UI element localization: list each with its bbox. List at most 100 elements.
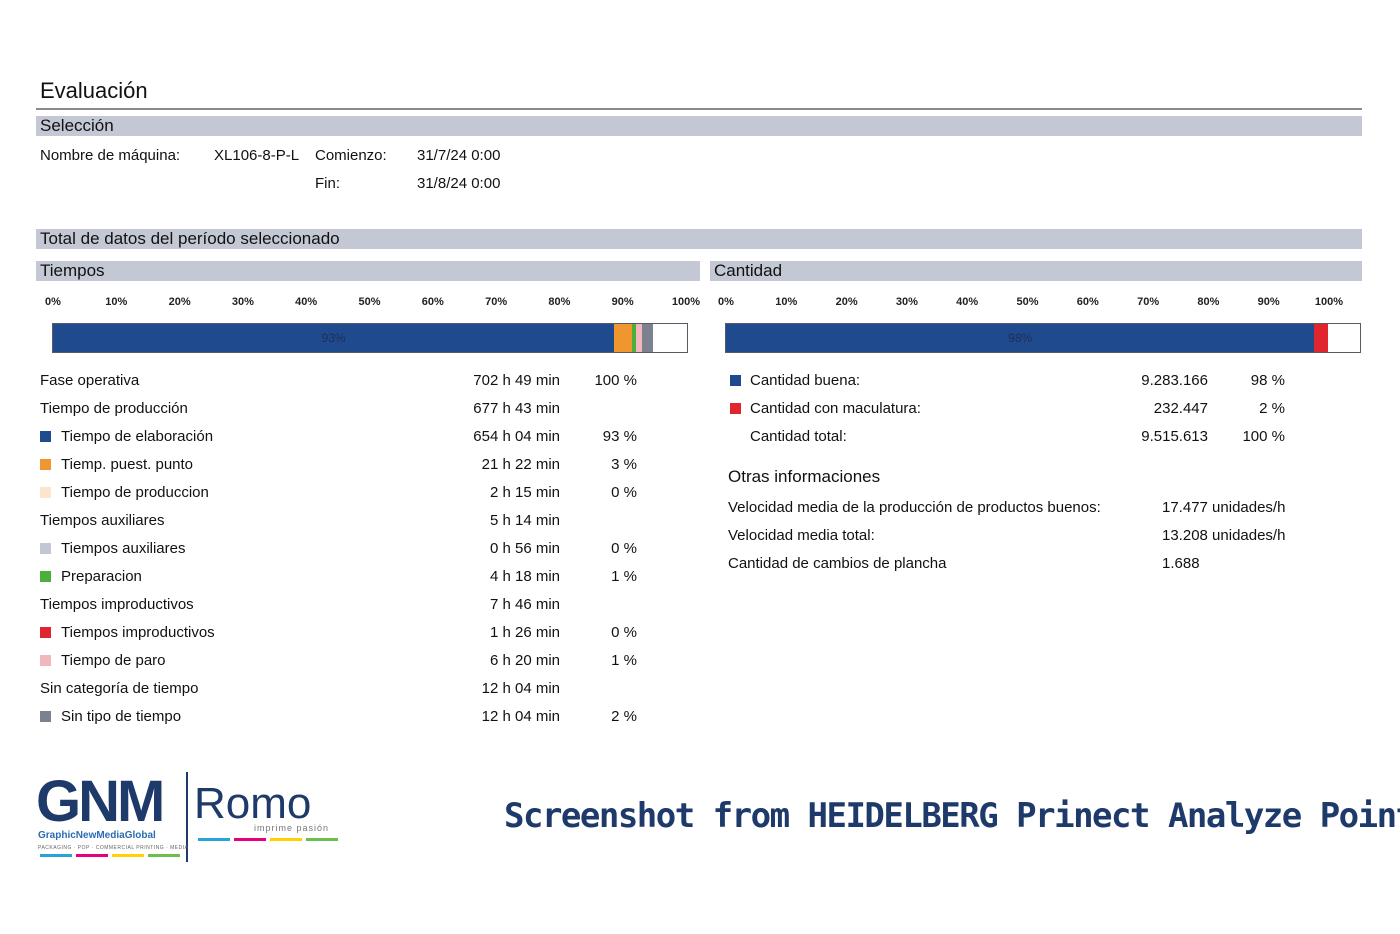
row-label: Cantidad buena: (750, 372, 861, 389)
row-percent: 0 % (611, 540, 637, 557)
legend-swatch (40, 627, 51, 638)
row-label: Fase operativa (40, 372, 140, 389)
scale-tick-label: 20% (835, 296, 858, 308)
row-value: 7 h 46 min (489, 596, 560, 613)
row-percent: 0 % (611, 484, 637, 501)
totals-header: Total de datos del período seleccionado (36, 229, 1362, 249)
row-percent: 1 % (611, 568, 637, 585)
tiempos-bar-label: 93% (321, 331, 346, 345)
machine-value: XL106-8-P-L (214, 147, 300, 164)
row-percent: 1 % (611, 652, 637, 669)
table-row: Cantidad con maculatura: 232.447 2 % (726, 395, 1306, 423)
end-label: Fin: (315, 175, 341, 192)
machine-label: Nombre de máquina: (40, 147, 181, 164)
row-percent: 100 % (1242, 428, 1285, 445)
gnm-logo: GNM (36, 769, 165, 834)
bar-segment (1314, 324, 1329, 352)
cantidad-bar-label: 98% (1008, 331, 1033, 345)
scale-tick-label: 10% (775, 296, 798, 308)
row-label: Tiempos auxiliares (40, 512, 165, 529)
row-label: Tiempo de paro (61, 652, 166, 669)
table-row: Tiempo de produccion 2 h 15 min 0 % (38, 479, 658, 507)
legend-swatch (730, 375, 741, 386)
row-percent: 3 % (611, 456, 637, 473)
row-label: Tiempo de elaboración (61, 428, 214, 445)
row-value: 21 h 22 min (481, 456, 560, 473)
row-label: Preparacion (61, 568, 142, 585)
table-row: Tiemp. puest. punto 21 h 22 min 3 % (38, 451, 658, 479)
scale-tick-label: 50% (358, 296, 381, 308)
romo-color-lines (196, 838, 340, 841)
row-value: 12 h 04 min (481, 680, 560, 697)
table-row: Tiempo de elaboración 654 h 04 min 93 % (38, 423, 658, 451)
row-label: Tiempos improductivos (40, 596, 194, 613)
tiempos-scale: 0% 10% 20% 30% 40% 50% 60% 70% 80% 90% 100% (45, 296, 700, 310)
scale-tick-label: 70% (485, 296, 508, 308)
accent-line (76, 854, 108, 857)
title-divider (36, 108, 1362, 110)
row-label: Sin categoría de tiempo (40, 680, 199, 697)
screenshot-caption: Screenshot from HEIDELBERG Prinect Analy… (504, 796, 1400, 836)
bar-segment (641, 324, 653, 352)
info-row: Velocidad media total: 13.208 unidades/h (728, 522, 1348, 550)
scale-tick-label: 100% (1314, 296, 1344, 308)
gnm-logo-smallprint: PACKAGING · POP · COMMERCIAL PRINTING · … (38, 845, 189, 851)
gnm-logo-subtitle: GraphicNewMediaGlobal (38, 830, 156, 841)
row-percent: 2 % (611, 708, 637, 725)
scale-tick-label: 100% (671, 296, 701, 308)
scale-tick-label: 70% (1137, 296, 1160, 308)
info-label: Velocidad media de la producción de prod… (728, 499, 1101, 516)
scale-tick-label: 50% (1016, 296, 1039, 308)
row-percent: 2 % (1259, 400, 1285, 417)
row-label: Cantidad total: (750, 428, 847, 445)
scale-tick-label: 0% (718, 296, 734, 308)
row-value: 6 h 20 min (489, 652, 560, 669)
info-value: 1.688 (1162, 555, 1200, 572)
info-label: Velocidad media total: (728, 527, 875, 544)
romo-tagline: imprime pasión (254, 823, 330, 833)
info-row: Velocidad media de la producción de prod… (728, 494, 1348, 522)
start-value: 31/7/24 0:00 (417, 147, 501, 164)
row-label: Sin tipo de tiempo (61, 708, 182, 725)
row-value: 2 h 15 min (489, 484, 560, 501)
cantidad-header: Cantidad (710, 261, 1362, 281)
page-title: Evaluación (40, 78, 148, 103)
gnm-color-lines (38, 854, 182, 857)
bar-segment (632, 324, 637, 352)
scale-tick-label: 90% (611, 296, 634, 308)
cantidad-bar: 98% (725, 323, 1361, 353)
row-percent: 93 % (602, 428, 637, 445)
row-label: Cantidad con maculatura: (750, 400, 921, 417)
row-label: Tiempo de producción (40, 400, 188, 417)
tiempos-bar: 93% (52, 323, 688, 353)
end-value: 31/8/24 0:00 (417, 175, 501, 192)
table-row: Tiempos auxiliares 0 h 56 min 0 % (38, 535, 658, 563)
row-value: 677 h 43 min (473, 400, 560, 417)
row-value: 702 h 49 min (473, 372, 560, 389)
otras-header: Otras informaciones (728, 467, 881, 486)
accent-line (198, 838, 230, 841)
accent-line (234, 838, 266, 841)
legend-swatch (40, 655, 51, 666)
row-label: Tiempo de produccion (61, 484, 209, 501)
row-value: 232.447 (1153, 400, 1208, 417)
row-percent: 100 % (594, 372, 637, 389)
scale-tick-label: 30% (895, 296, 918, 308)
table-row: Tiempos auxiliares 5 h 14 min (38, 507, 658, 535)
table-row: Sin categoría de tiempo 12 h 04 min (38, 675, 658, 703)
info-label: Cantidad de cambios de plancha (728, 555, 947, 572)
row-value: 5 h 14 min (489, 512, 560, 529)
legend-swatch (730, 403, 741, 414)
scale-tick-label: 30% (231, 296, 254, 308)
bar-segment (636, 324, 642, 352)
cantidad-scale: 0% 10% 20% 30% 40% 50% 60% 70% 80% 90% 100% (718, 296, 1343, 310)
table-row: Tiempo de producción 677 h 43 min (38, 395, 658, 423)
scale-tick-label: 40% (956, 296, 979, 308)
start-label: Comienzo: (315, 147, 387, 164)
accent-line (112, 854, 144, 857)
row-value: 4 h 18 min (489, 568, 560, 585)
accent-line (40, 854, 72, 857)
row-label: Tiemp. puest. punto (61, 456, 194, 473)
accent-line (148, 854, 180, 857)
row-label: Tiempos improductivos (61, 624, 215, 641)
